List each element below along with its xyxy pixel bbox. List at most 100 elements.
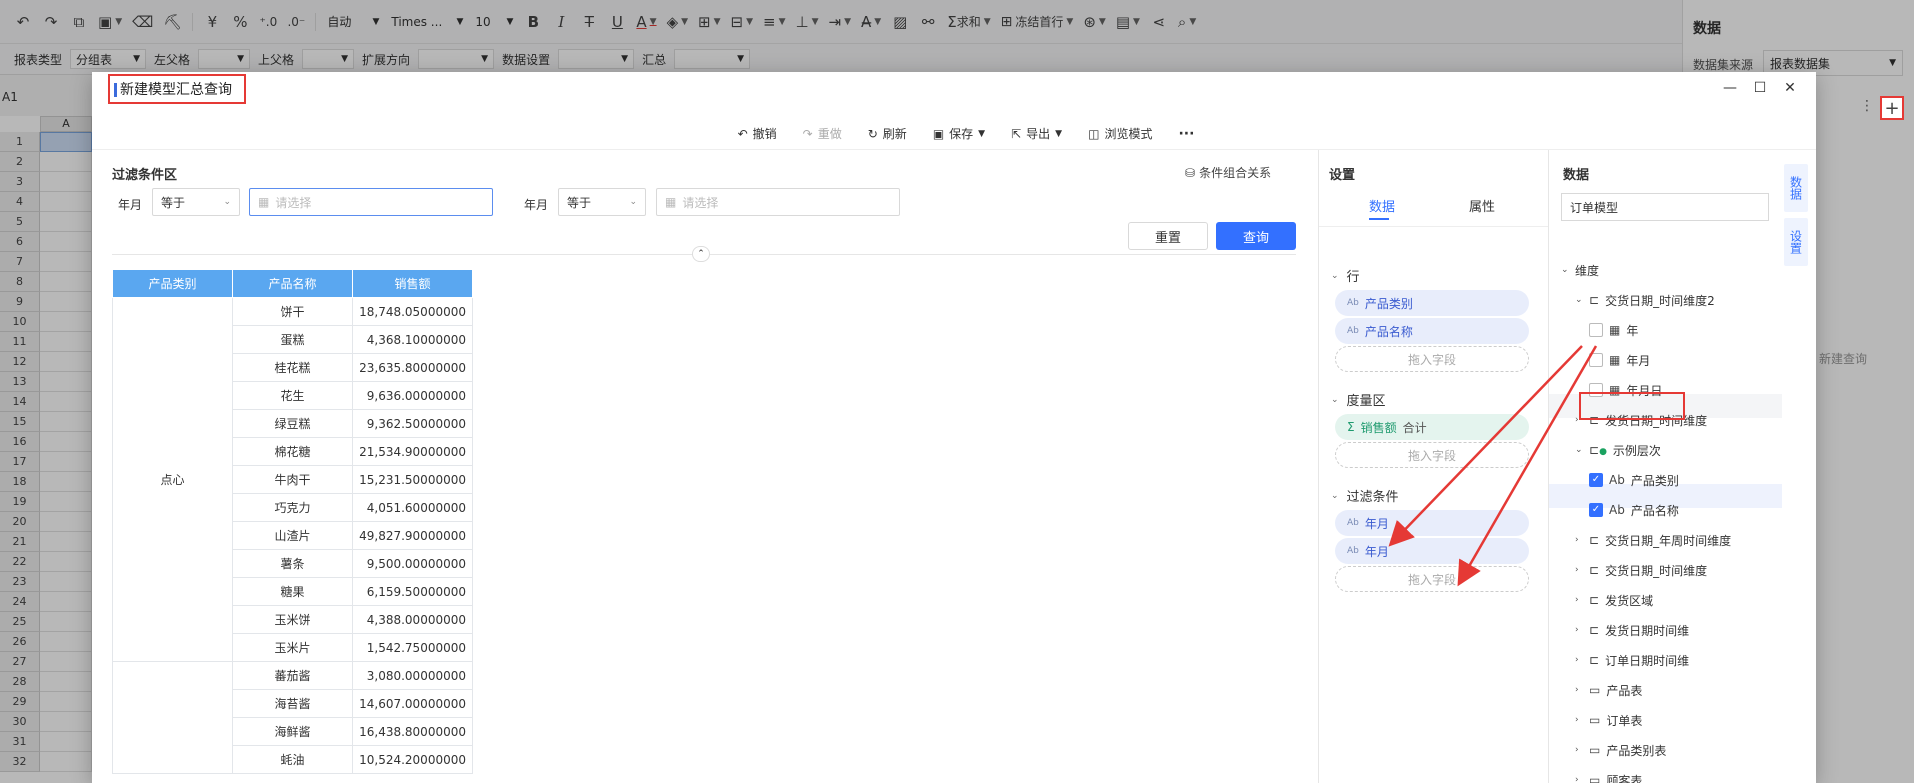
sales-cell: 15,231.50000000 bbox=[352, 465, 473, 494]
tree-node[interactable]: › ▭ 顾客表 bbox=[1575, 768, 1642, 783]
tree-node[interactable]: › ⊏ 交货日期_时间维度 bbox=[1575, 558, 1707, 582]
model-select[interactable]: 订单模型 bbox=[1561, 193, 1769, 221]
product-name-cell: 海鲜酱 bbox=[232, 717, 353, 746]
chevron-down-icon[interactable]: ⌄ bbox=[1575, 295, 1583, 305]
chevron-right-icon[interactable]: › bbox=[1575, 625, 1583, 635]
preview-mode-button[interactable]: ◫ 浏览模式 bbox=[1088, 125, 1152, 142]
chevron-right-icon[interactable]: › bbox=[1575, 565, 1583, 575]
filter-field-yearmonth-2[interactable]: Ab 年月 bbox=[1335, 538, 1529, 564]
product-name-cell: 海苔酱 bbox=[232, 689, 353, 718]
filter-field-yearmonth-1[interactable]: Ab 年月 bbox=[1335, 510, 1529, 536]
tree-node[interactable]: ⌄ ⊏ 交货日期_时间维度2 bbox=[1575, 288, 1715, 312]
redo-icon: ↷ bbox=[802, 126, 813, 141]
sales-cell: 4,388.00000000 bbox=[352, 605, 473, 634]
tab-properties[interactable]: 属性 bbox=[1469, 196, 1495, 215]
chevron-down-icon: ⌄ bbox=[1331, 270, 1339, 281]
reset-button[interactable]: 重置 bbox=[1128, 222, 1208, 250]
checkbox[interactable]: ✓ bbox=[1589, 473, 1603, 487]
measure-drop-zone[interactable]: 拖入字段 bbox=[1335, 442, 1529, 468]
checkbox[interactable]: ✓ bbox=[1589, 503, 1603, 517]
table-header: 产品类别 bbox=[112, 269, 233, 298]
row-section-header[interactable]: ⌄ 行 bbox=[1331, 266, 1360, 285]
tree-node[interactable]: › ▭ 产品类别表 bbox=[1575, 738, 1666, 762]
sales-cell: 9,362.50000000 bbox=[352, 409, 473, 438]
tree-node[interactable]: › ⊏ 发货日期时间维 bbox=[1575, 618, 1689, 642]
tab-data[interactable]: 数据 bbox=[1369, 196, 1395, 215]
condition-combine-button[interactable]: ⛁ 条件组合关系 bbox=[1185, 164, 1271, 181]
close-icon[interactable]: ✕ bbox=[1782, 80, 1798, 96]
group-cell bbox=[112, 661, 233, 774]
query-button[interactable]: 查询 bbox=[1216, 222, 1296, 250]
checkbox[interactable] bbox=[1589, 323, 1603, 337]
chevron-right-icon[interactable]: › bbox=[1575, 655, 1583, 665]
folder-icon: ▭ bbox=[1589, 713, 1601, 727]
product-name-cell: 花生 bbox=[232, 381, 353, 410]
filter-1-operator-select[interactable]: 等于 ⌄ bbox=[152, 188, 240, 216]
measure-section-header[interactable]: ⌄ 度量区 bbox=[1331, 390, 1386, 409]
hierarchy-icon: ⊏ bbox=[1589, 623, 1600, 637]
date-field-icon: ▦ bbox=[1609, 323, 1621, 337]
more-button[interactable]: ··· bbox=[1178, 126, 1194, 142]
chevron-down-icon[interactable]: ⌄ bbox=[1575, 445, 1583, 455]
refresh-icon: ↻ bbox=[867, 126, 878, 141]
chevron-right-icon[interactable]: › bbox=[1575, 595, 1583, 605]
tree-node[interactable]: ✓ Ab 产品类别 bbox=[1589, 468, 1679, 492]
product-name-cell: 饼干 bbox=[232, 297, 353, 326]
folder-icon: ▭ bbox=[1589, 683, 1601, 697]
filter-section-header[interactable]: ⌄ 过滤条件 bbox=[1331, 486, 1399, 505]
export-button[interactable]: ⇱ 导出 ▼ bbox=[1011, 125, 1062, 142]
minimize-icon[interactable]: — bbox=[1722, 80, 1738, 96]
tree-node[interactable]: › ▭ 订单表 bbox=[1575, 708, 1642, 732]
chevron-right-icon[interactable]: › bbox=[1575, 535, 1583, 545]
chevron-right-icon[interactable]: › bbox=[1575, 745, 1583, 755]
tree-node[interactable]: › ⊏ 订单日期时间维 bbox=[1575, 648, 1689, 672]
maximize-icon[interactable]: ☐ bbox=[1752, 80, 1768, 96]
tree-node[interactable]: ▦ 年月 bbox=[1589, 348, 1650, 372]
filter-2-operator-select[interactable]: 等于 ⌄ bbox=[558, 188, 646, 216]
hierarchy-icon: ⊏ bbox=[1589, 563, 1600, 577]
refresh-button[interactable]: ↻ 刷新 bbox=[868, 125, 907, 142]
table-row: 点心 饼干 18,748.05000000 bbox=[112, 297, 473, 662]
tree-node[interactable]: › ▭ 产品表 bbox=[1575, 678, 1642, 702]
undo-button[interactable]: ↶ 撤销 bbox=[738, 125, 777, 142]
text-field-icon: Ab bbox=[1347, 298, 1359, 308]
sales-cell: 4,368.10000000 bbox=[352, 325, 473, 354]
product-name-cell: 牛肉干 bbox=[232, 465, 353, 494]
vtab-settings[interactable]: 设置 bbox=[1784, 218, 1808, 266]
measure-field-sales[interactable]: Σ 销售额 合计 bbox=[1335, 414, 1529, 440]
sales-cell: 49,827.90000000 bbox=[352, 521, 473, 550]
folder-icon: ▭ bbox=[1589, 743, 1601, 757]
chevron-right-icon[interactable]: › bbox=[1575, 715, 1583, 725]
add-query-button[interactable]: + bbox=[1880, 96, 1904, 120]
sales-cell: 1,542.75000000 bbox=[352, 633, 473, 662]
text-field-icon: Ab bbox=[1347, 518, 1359, 528]
row-field-product-name[interactable]: Ab 产品名称 bbox=[1335, 318, 1529, 344]
sales-cell: 23,635.80000000 bbox=[352, 353, 473, 382]
redo-button[interactable]: ↷ 重做 bbox=[803, 125, 842, 142]
tree-node[interactable]: ✓ Ab 产品名称 bbox=[1589, 498, 1679, 522]
checkbox[interactable] bbox=[1589, 353, 1603, 367]
vtab-data[interactable]: 数据 bbox=[1784, 164, 1808, 212]
tree-node[interactable]: ▦ 年 bbox=[1589, 318, 1638, 342]
collapse-icon[interactable]: ⌃ bbox=[692, 246, 710, 262]
chevron-down-icon: ⌄ bbox=[1331, 490, 1339, 501]
row-field-product-category[interactable]: Ab 产品类别 bbox=[1335, 290, 1529, 316]
filter-2-value-input[interactable]: ▦ 请选择 bbox=[656, 188, 900, 216]
row-drop-zone[interactable]: 拖入字段 bbox=[1335, 346, 1529, 372]
chevron-down-icon[interactable]: ⌄ bbox=[1561, 265, 1569, 275]
chevron-right-icon[interactable]: › bbox=[1575, 685, 1583, 695]
combine-icon: ⛁ bbox=[1185, 165, 1196, 180]
hierarchy-icon: ⊏ bbox=[1589, 293, 1600, 307]
tree-node[interactable]: ⌄ ⊏● 示例层次 bbox=[1575, 438, 1661, 462]
chevron-right-icon[interactable]: › bbox=[1575, 775, 1583, 783]
filter-drop-zone[interactable]: 拖入字段 bbox=[1335, 566, 1529, 592]
tree-node[interactable]: › ⊏ 发货区域 bbox=[1575, 588, 1653, 612]
product-name-cell: 蚝油 bbox=[232, 745, 353, 774]
save-button[interactable]: ▣ 保存 ▼ bbox=[933, 125, 985, 142]
sales-cell: 10,524.20000000 bbox=[352, 745, 473, 774]
tree-node[interactable]: ⌄ 维度 bbox=[1561, 258, 1599, 282]
filter-1-value-input[interactable]: ▦ 请选择 bbox=[249, 188, 493, 216]
text-field-icon: Ab bbox=[1609, 473, 1625, 487]
sales-cell: 6,159.50000000 bbox=[352, 577, 473, 606]
tree-node[interactable]: › ⊏ 交货日期_年周时间维度 bbox=[1575, 528, 1731, 552]
